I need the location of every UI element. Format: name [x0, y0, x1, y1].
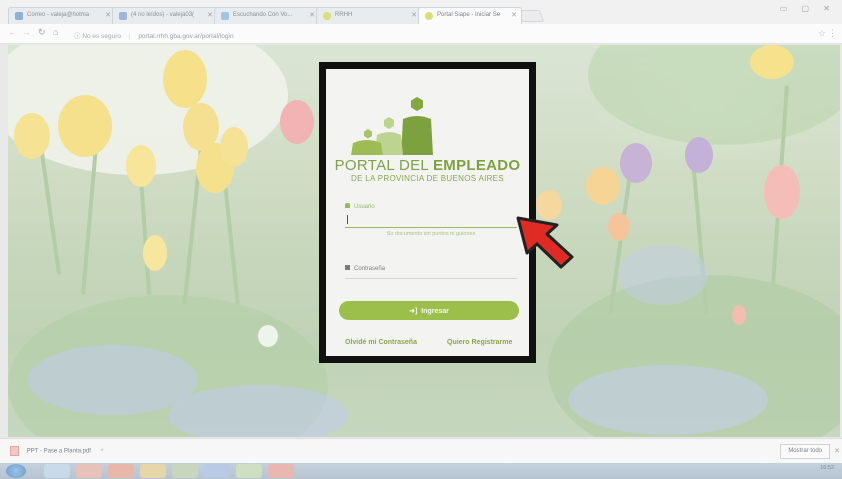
user-label-text: Usuario: [354, 204, 375, 210]
download-item[interactable]: PPT - Pase a Planta.pdf ^: [10, 446, 103, 456]
window-controls[interactable]: ▭ ▢ ✕: [780, 4, 836, 13]
close-icon[interactable]: ✕: [105, 11, 111, 19]
system-tray: 16:52: [820, 465, 834, 471]
tab-title: Escuchando Con Vo...: [233, 12, 293, 18]
download-filename: PPT - Pase a Planta.pdf: [26, 448, 91, 455]
login-card: PORTAL DEL EMPLEADO DE LA PROVINCIA DE B…: [326, 69, 529, 356]
page-icon: [221, 12, 229, 20]
browser-toolbar: ← → ↻ ⌂ ⓘ No es seguro | portal.rrhh.gba…: [0, 24, 842, 44]
url-text: portal.rrhh.gba.gov.ar/portal/login: [138, 33, 234, 40]
acrobat-icon[interactable]: [268, 464, 294, 478]
tab-correo[interactable]: Correo - valeja@hotma ✕: [8, 7, 116, 24]
pdf-icon: [10, 446, 19, 456]
download-bar: PPT - Pase a Planta.pdf ^ Mostrar todo ✕: [0, 438, 842, 463]
close-icon[interactable]: ✕: [411, 11, 417, 19]
sign-in-icon: ➜]: [409, 307, 418, 315]
security-label: No es seguro: [82, 33, 121, 40]
mail-icon: [119, 12, 127, 20]
user-label: Usuario: [345, 203, 375, 210]
brand-title-light: PORTAL DEL: [334, 157, 433, 174]
close-icon[interactable]: ✕: [207, 11, 213, 19]
chevron-up-icon[interactable]: ^: [101, 449, 104, 455]
portal-logo-icon: [351, 97, 433, 155]
close-icon[interactable]: ✕: [309, 11, 315, 19]
powerpoint-icon[interactable]: [76, 464, 102, 478]
tab-title: (4 no leídos) - valeja03(: [131, 12, 195, 18]
login-button-label: Ingresar: [421, 307, 449, 315]
ie-icon[interactable]: [44, 464, 70, 478]
password-input[interactable]: [345, 269, 517, 279]
text-cursor: [347, 215, 348, 224]
forgot-password-link[interactable]: Olvidé mi Contraseña: [345, 339, 417, 346]
tab-title: Portal Siape - Iniciar Se: [437, 12, 501, 18]
taskbar: 16:52: [0, 463, 842, 479]
clock: 16:52: [820, 465, 834, 471]
tab-title: Correo - valeja@hotma: [27, 12, 90, 18]
brand-subtitle: DE LA PROVINCIA DE BUENOS AIRES: [351, 174, 504, 183]
app-icon[interactable]: [236, 464, 262, 478]
login-button[interactable]: ➜] Ingresar: [339, 301, 519, 320]
brand-title-bold: EMPLEADO: [432, 157, 521, 174]
user-hint: Su documento sin puntos ni guiones: [386, 231, 476, 237]
reload-icon[interactable]: ↻: [38, 27, 46, 38]
red-arrow-annotation: [516, 216, 574, 269]
word-icon[interactable]: [204, 464, 230, 478]
menu-icon[interactable]: ⋮: [828, 28, 837, 39]
bookmark-star-icon[interactable]: ☆: [818, 28, 826, 39]
app-icon[interactable]: [172, 464, 198, 478]
back-icon[interactable]: ←: [8, 27, 17, 37]
tab-portal-siape[interactable]: Portal Siape - Iniciar Se ✕: [418, 7, 522, 24]
tab-mail-unread[interactable]: (4 no leídos) - valeja03( ✕: [112, 7, 218, 24]
start-button[interactable]: [6, 464, 26, 478]
user-icon: [345, 203, 350, 208]
close-icon[interactable]: ✕: [511, 11, 517, 19]
tab-title: RRHH: [335, 12, 353, 18]
forward-icon[interactable]: →: [22, 27, 31, 37]
info-icon[interactable]: ⓘ: [74, 33, 81, 40]
brand-title: PORTAL DEL EMPLEADO: [326, 157, 529, 174]
folder-icon[interactable]: [140, 464, 166, 478]
register-link[interactable]: Quiero Registrarme: [447, 339, 512, 346]
show-all-button[interactable]: Mostrar todo: [780, 444, 830, 459]
portal-icon: [425, 12, 433, 20]
close-icon[interactable]: ✕: [834, 447, 840, 455]
mail-icon: [15, 12, 23, 20]
address-bar[interactable]: ⓘ No es seguro | portal.rrhh.gba.gov.ar/…: [70, 27, 814, 41]
login-card-frame: PORTAL DEL EMPLEADO DE LA PROVINCIA DE B…: [319, 62, 536, 363]
tab-escuchando[interactable]: Escuchando Con Vo... ✕: [214, 7, 320, 24]
divider: |: [128, 33, 131, 40]
rrhh-icon: [323, 12, 331, 20]
home-icon[interactable]: ⌂: [53, 27, 58, 37]
tab-rrhh[interactable]: RRHH ✕: [316, 7, 422, 24]
chrome-icon[interactable]: [108, 464, 134, 478]
tab-strip: Correo - valeja@hotma ✕ (4 no leídos) - …: [0, 0, 842, 24]
user-input[interactable]: [345, 212, 517, 228]
